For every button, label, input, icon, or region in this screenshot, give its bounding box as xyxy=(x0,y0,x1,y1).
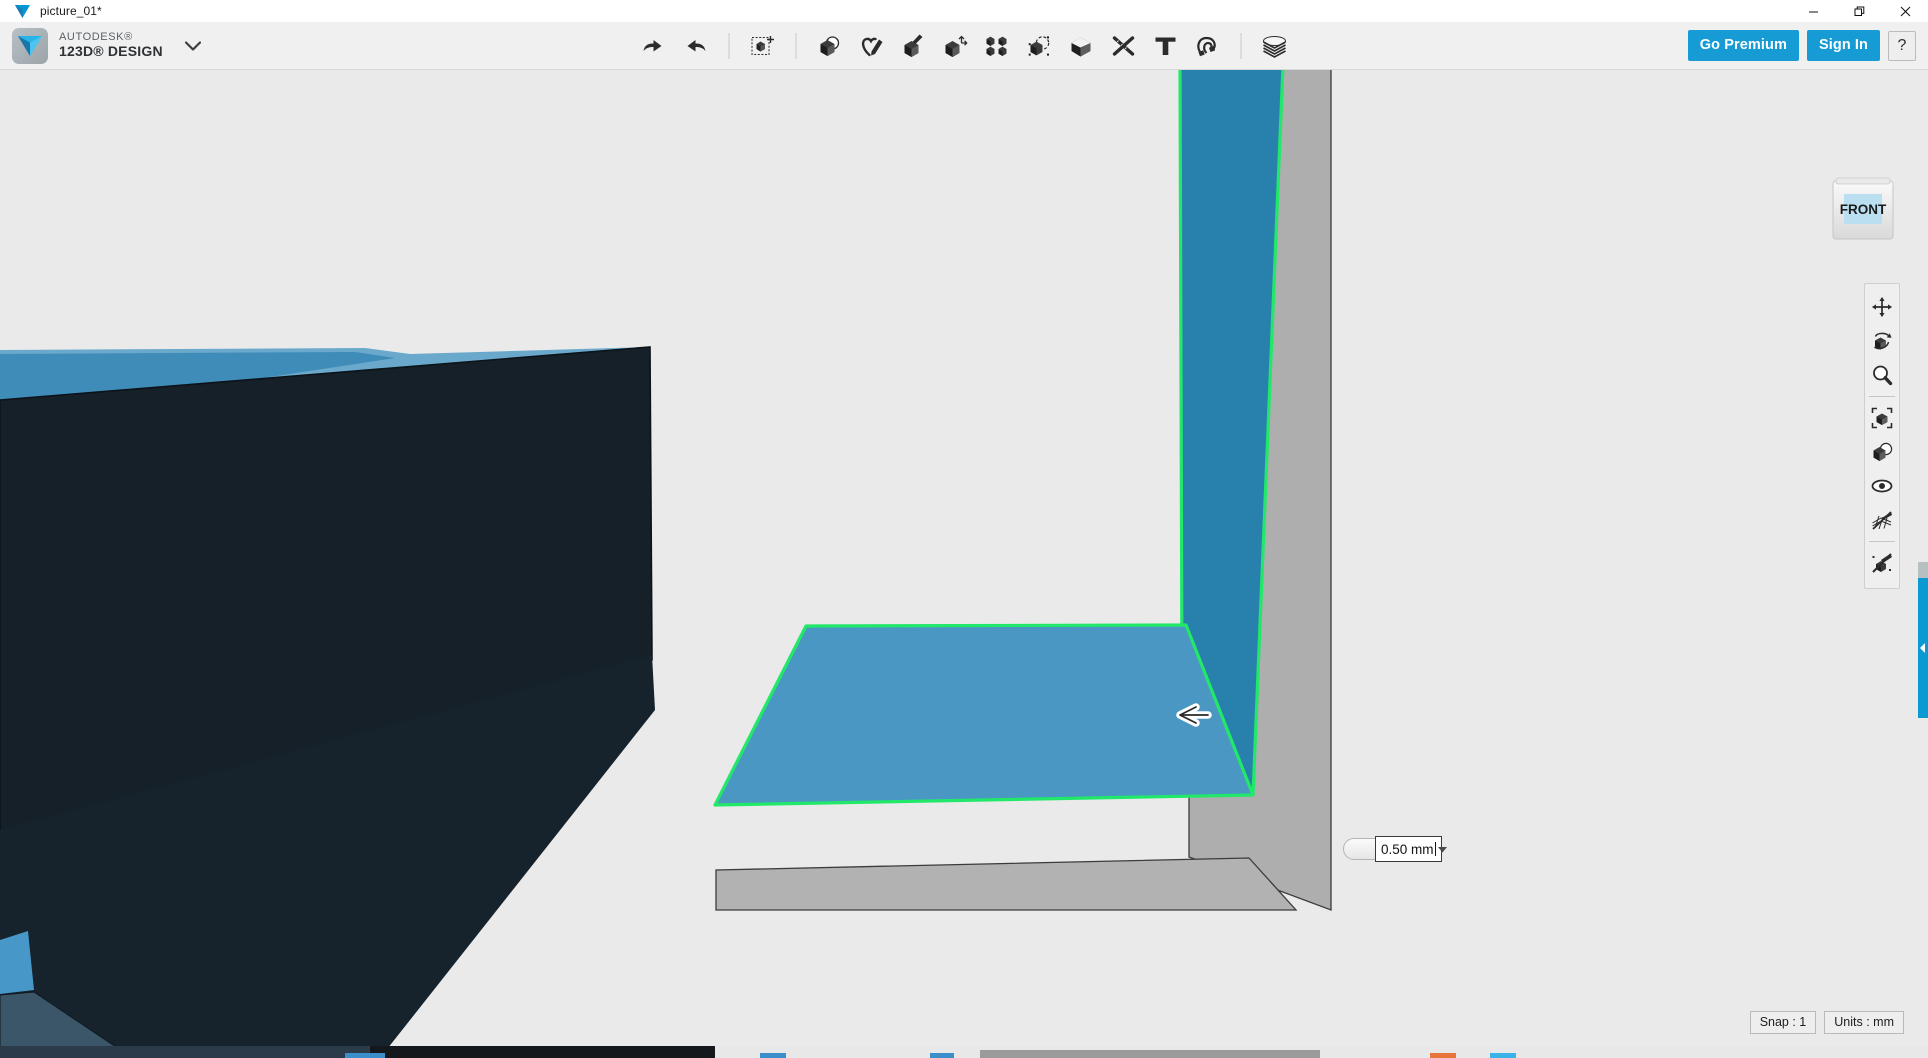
selected-face-horizontal[interactable] xyxy=(713,623,1255,807)
zoom-icon[interactable] xyxy=(1867,360,1897,390)
go-premium-button[interactable]: Go Premium xyxy=(1687,30,1799,61)
display-mode-icon[interactable] xyxy=(1867,437,1897,467)
undo-button[interactable] xyxy=(637,29,671,63)
brand-line-2: 123D® DESIGN xyxy=(59,42,163,59)
window-title-bar: picture_01* xyxy=(0,0,1928,22)
pan-icon[interactable] xyxy=(1867,292,1897,322)
fit-to-view-icon[interactable] xyxy=(1867,403,1897,433)
toolbar-account-actions: Go Premium Sign In ? xyxy=(1687,30,1916,61)
app-brand[interactable]: AUTODESK® 123D® DESIGN xyxy=(12,27,201,64)
transform-tool-button[interactable] xyxy=(746,29,780,63)
maximize-restore-icon[interactable] xyxy=(1836,0,1882,22)
view-cube[interactable]: FRONT xyxy=(1826,172,1900,246)
toolbar-divider-2 xyxy=(795,32,797,59)
toolbar-divider xyxy=(728,32,730,59)
minimize-button[interactable] xyxy=(1790,0,1836,22)
toolbar-tools xyxy=(633,22,1296,70)
modify-tool-button[interactable] xyxy=(939,29,973,63)
view-navigation-toolbar xyxy=(1864,283,1900,589)
combine-tool-button[interactable] xyxy=(1065,29,1099,63)
left-dark-solid[interactable] xyxy=(0,346,655,1058)
grid-snap-off-icon[interactable] xyxy=(1867,505,1897,535)
viewport-3d-canvas[interactable]: FRONT 0.50 mm Snap: 1 Units: mm xyxy=(0,70,1928,1058)
measurement-input-field[interactable]: 0.50 mm xyxy=(1375,836,1442,862)
nav-divider-2 xyxy=(1869,541,1895,542)
sign-in-button[interactable]: Sign In xyxy=(1806,30,1880,61)
nav-divider-1 xyxy=(1869,396,1895,397)
chevron-down-icon[interactable] xyxy=(184,40,201,51)
text-tool-button[interactable] xyxy=(1149,29,1183,63)
visibility-eye-icon[interactable] xyxy=(1867,471,1897,501)
view-cube-face-label: FRONT xyxy=(1840,202,1887,217)
primitives-tool-button[interactable] xyxy=(813,29,847,63)
pattern-tool-button[interactable] xyxy=(981,29,1015,63)
model-scene xyxy=(0,70,1332,1058)
units-status-chip[interactable]: Units : mm xyxy=(1824,1011,1904,1034)
materials-tool-button[interactable] xyxy=(1258,29,1292,63)
construct-tool-button[interactable] xyxy=(897,29,931,63)
app-toolbar: AUTODESK® 123D® DESIGN Go Premium Sign I… xyxy=(0,22,1928,70)
grouping-tool-button[interactable] xyxy=(1023,29,1057,63)
sketch-tool-button[interactable] xyxy=(855,29,889,63)
snap-grid-disabled-icon[interactable] xyxy=(1867,548,1897,578)
autodesk-logo-icon xyxy=(12,27,48,64)
snap-magnet-tool-button[interactable] xyxy=(1191,29,1225,63)
close-button[interactable] xyxy=(1882,0,1928,22)
orbit-icon[interactable] xyxy=(1867,326,1897,356)
right-panel-collapse-handle[interactable] xyxy=(1918,578,1928,718)
toolbar-divider-3 xyxy=(1240,32,1242,59)
window-controls xyxy=(1790,0,1928,22)
measurement-dropdown-arrow[interactable] xyxy=(1434,838,1450,860)
os-taskbar[interactable] xyxy=(0,1046,1928,1058)
app-logo-icon xyxy=(14,3,30,19)
snap-status-chip[interactable]: Snap : 1 xyxy=(1749,1011,1817,1034)
status-bar: Snap : 1 Units : mm xyxy=(1749,1011,1904,1034)
redo-button[interactable] xyxy=(679,29,713,63)
measure-tool-button[interactable] xyxy=(1107,29,1141,63)
help-button[interactable]: ? xyxy=(1888,30,1916,61)
window-title: picture_01* xyxy=(40,4,102,18)
measurement-value: 0.50 mm xyxy=(1381,841,1434,857)
chevron-left-icon xyxy=(1920,643,1925,653)
